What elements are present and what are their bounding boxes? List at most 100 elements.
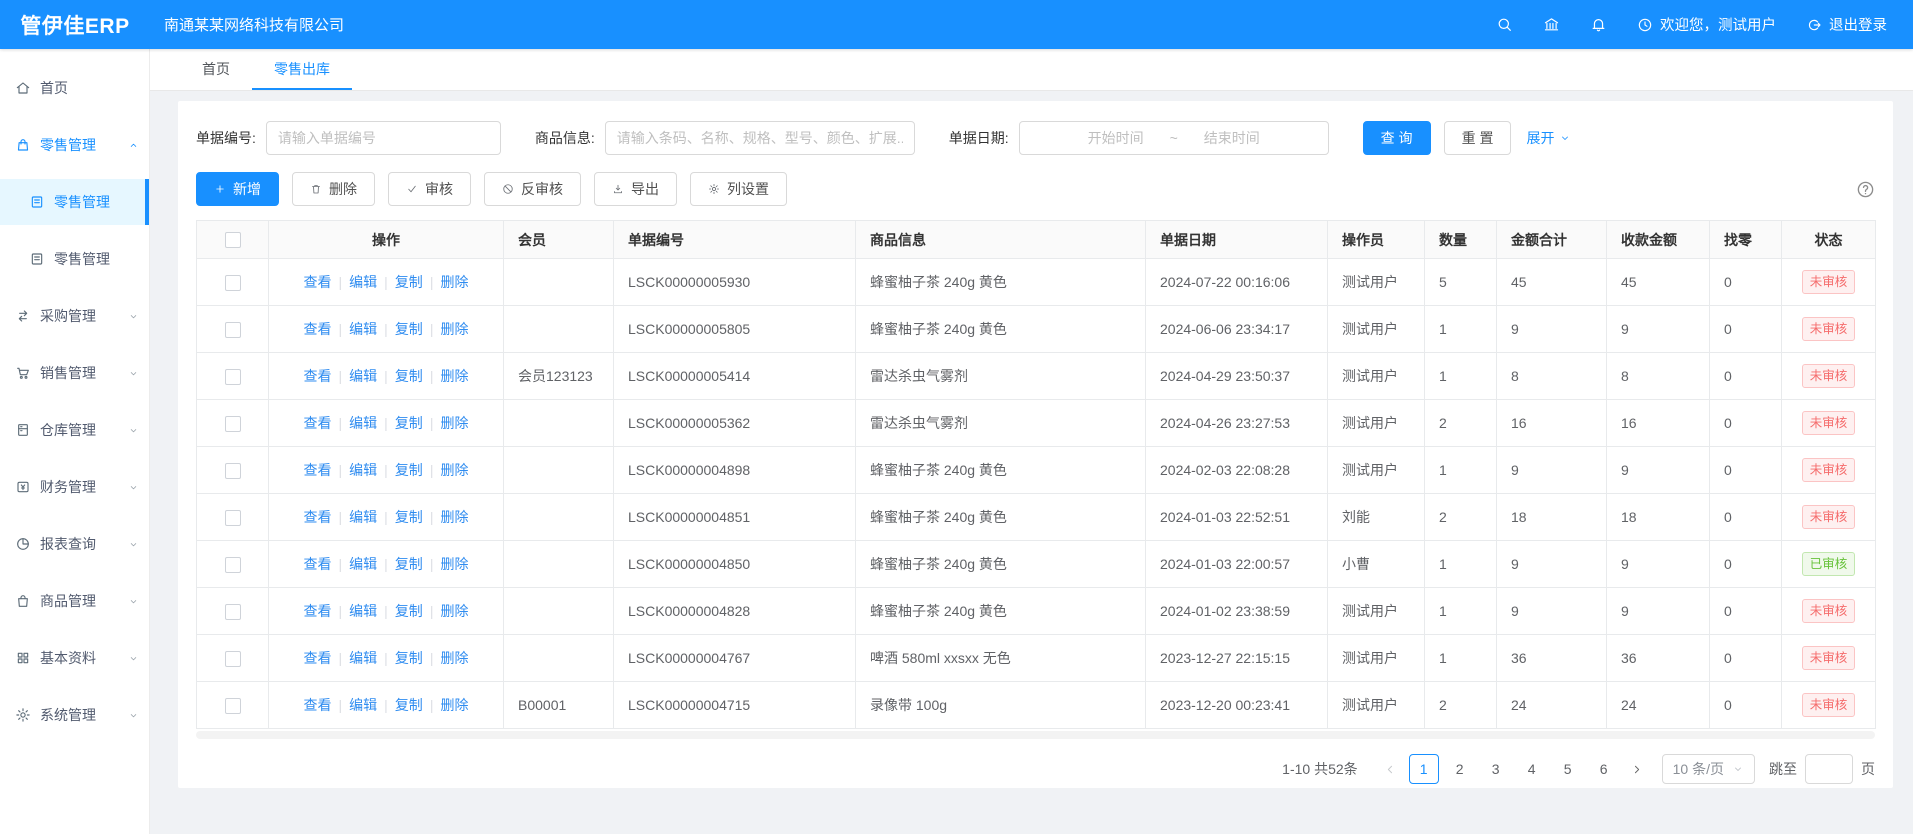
row-checkbox[interactable] [225, 369, 241, 385]
edit-link[interactable]: 编辑 [349, 603, 377, 619]
copy-link[interactable]: 复制 [395, 556, 423, 572]
sidebar-item[interactable]: 采购管理 [0, 293, 149, 339]
sidebar-item[interactable]: 财务管理 [0, 464, 149, 510]
action-separator: | [430, 274, 434, 290]
toolbar-buttons: 新增 删除 审核 反审核 [196, 172, 787, 206]
view-link[interactable]: 查看 [304, 368, 332, 384]
delete-link[interactable]: 删除 [440, 321, 468, 337]
page-number[interactable]: 5 [1553, 754, 1583, 784]
bank-icon[interactable] [1543, 16, 1560, 33]
edit-link[interactable]: 编辑 [349, 650, 377, 666]
order-no-input[interactable] [266, 121, 501, 155]
sidebar-subitem[interactable]: 零售管理 [0, 236, 149, 282]
edit-link[interactable]: 编辑 [349, 274, 377, 290]
copy-link[interactable]: 复制 [395, 274, 423, 290]
toolbar-button-label: 导出 [631, 179, 659, 199]
reset-button[interactable]: 重 置 [1444, 121, 1512, 155]
delete-link[interactable]: 删除 [440, 415, 468, 431]
row-checkbox[interactable] [225, 557, 241, 573]
search-button[interactable]: 查 询 [1363, 121, 1431, 155]
row-checkbox[interactable] [225, 416, 241, 432]
page-number[interactable]: 6 [1589, 754, 1619, 784]
tab[interactable]: 首页 [180, 49, 252, 90]
row-checkbox[interactable] [225, 698, 241, 714]
horizontal-scrollbar[interactable] [196, 731, 1875, 739]
sidebar-item[interactable]: 系统管理 [0, 692, 149, 738]
bell-icon[interactable] [1590, 16, 1607, 33]
edit-link[interactable]: 编辑 [349, 462, 377, 478]
row-checkbox[interactable] [225, 510, 241, 526]
sidebar-item[interactable]: 基本资料 [0, 635, 149, 681]
view-link[interactable]: 查看 [304, 556, 332, 572]
edit-link[interactable]: 编辑 [349, 368, 377, 384]
row-checkbox[interactable] [225, 604, 241, 620]
delete-link[interactable]: 删除 [440, 509, 468, 525]
edit-link[interactable]: 编辑 [349, 509, 377, 525]
select-all-checkbox[interactable] [225, 232, 241, 248]
prev-page-button[interactable] [1376, 754, 1406, 784]
delete-link[interactable]: 删除 [440, 368, 468, 384]
edit-link[interactable]: 编辑 [349, 321, 377, 337]
sidebar-item[interactable]: 首页 [0, 65, 149, 111]
sidebar-item[interactable]: 仓库管理 [0, 407, 149, 453]
page-number[interactable]: 3 [1481, 754, 1511, 784]
view-link[interactable]: 查看 [304, 415, 332, 431]
row-checkbox[interactable] [225, 463, 241, 479]
next-page-button[interactable] [1622, 754, 1652, 784]
copy-link[interactable]: 复制 [395, 415, 423, 431]
sidebar-item[interactable]: 报表查询 [0, 521, 149, 567]
copy-link[interactable]: 复制 [395, 697, 423, 713]
sidebar-item[interactable]: 商品管理 [0, 578, 149, 624]
member-cell [504, 541, 614, 588]
operator-cell: 测试用户 [1328, 353, 1425, 400]
toolbar-button[interactable]: 反审核 [484, 172, 581, 206]
view-link[interactable]: 查看 [304, 603, 332, 619]
view-link[interactable]: 查看 [304, 697, 332, 713]
product-info-input[interactable] [605, 121, 915, 155]
sidebar-item[interactable]: 零售管理 [0, 122, 149, 168]
view-link[interactable]: 查看 [304, 650, 332, 666]
edit-link[interactable]: 编辑 [349, 415, 377, 431]
toolbar-button[interactable]: 审核 [388, 172, 471, 206]
toolbar-button[interactable]: 新增 [196, 172, 279, 206]
delete-link[interactable]: 删除 [440, 603, 468, 619]
delete-link[interactable]: 删除 [440, 274, 468, 290]
row-checkbox[interactable] [225, 275, 241, 291]
edit-link[interactable]: 编辑 [349, 697, 377, 713]
copy-link[interactable]: 复制 [395, 462, 423, 478]
toolbar-button[interactable]: 列设置 [690, 172, 787, 206]
search-icon[interactable] [1496, 16, 1513, 33]
delete-link[interactable]: 删除 [440, 462, 468, 478]
copy-link[interactable]: 复制 [395, 321, 423, 337]
date-range-input[interactable]: 开始时间 ~ 结束时间 [1019, 121, 1329, 155]
user-menu[interactable]: 欢迎您，测试用户 [1637, 14, 1776, 35]
tab[interactable]: 零售出库 [252, 49, 352, 90]
view-link[interactable]: 查看 [304, 274, 332, 290]
row-checkbox[interactable] [225, 322, 241, 338]
page-number[interactable]: 2 [1445, 754, 1475, 784]
copy-link[interactable]: 复制 [395, 603, 423, 619]
copy-link[interactable]: 复制 [395, 509, 423, 525]
edit-link[interactable]: 编辑 [349, 556, 377, 572]
view-link[interactable]: 查看 [304, 321, 332, 337]
delete-link[interactable]: 删除 [440, 650, 468, 666]
page-number[interactable]: 1 [1409, 754, 1439, 784]
copy-link[interactable]: 复制 [395, 650, 423, 666]
status-cell: 未审核 [1782, 494, 1876, 541]
page-size-select[interactable]: 10 条/页 [1662, 754, 1755, 784]
help-icon[interactable] [1856, 180, 1875, 199]
logout-button[interactable]: 退出登录 [1806, 14, 1887, 35]
expand-link[interactable]: 展开 [1526, 128, 1571, 148]
copy-link[interactable]: 复制 [395, 368, 423, 384]
jump-page-input[interactable] [1805, 754, 1853, 784]
delete-link[interactable]: 删除 [440, 556, 468, 572]
delete-link[interactable]: 删除 [440, 697, 468, 713]
sidebar-subitem[interactable]: 零售管理 [0, 179, 149, 225]
view-link[interactable]: 查看 [304, 509, 332, 525]
row-checkbox[interactable] [225, 651, 241, 667]
toolbar-button[interactable]: 删除 [292, 172, 375, 206]
page-number[interactable]: 4 [1517, 754, 1547, 784]
toolbar-button[interactable]: 导出 [594, 172, 677, 206]
view-link[interactable]: 查看 [304, 462, 332, 478]
sidebar-item[interactable]: 销售管理 [0, 350, 149, 396]
